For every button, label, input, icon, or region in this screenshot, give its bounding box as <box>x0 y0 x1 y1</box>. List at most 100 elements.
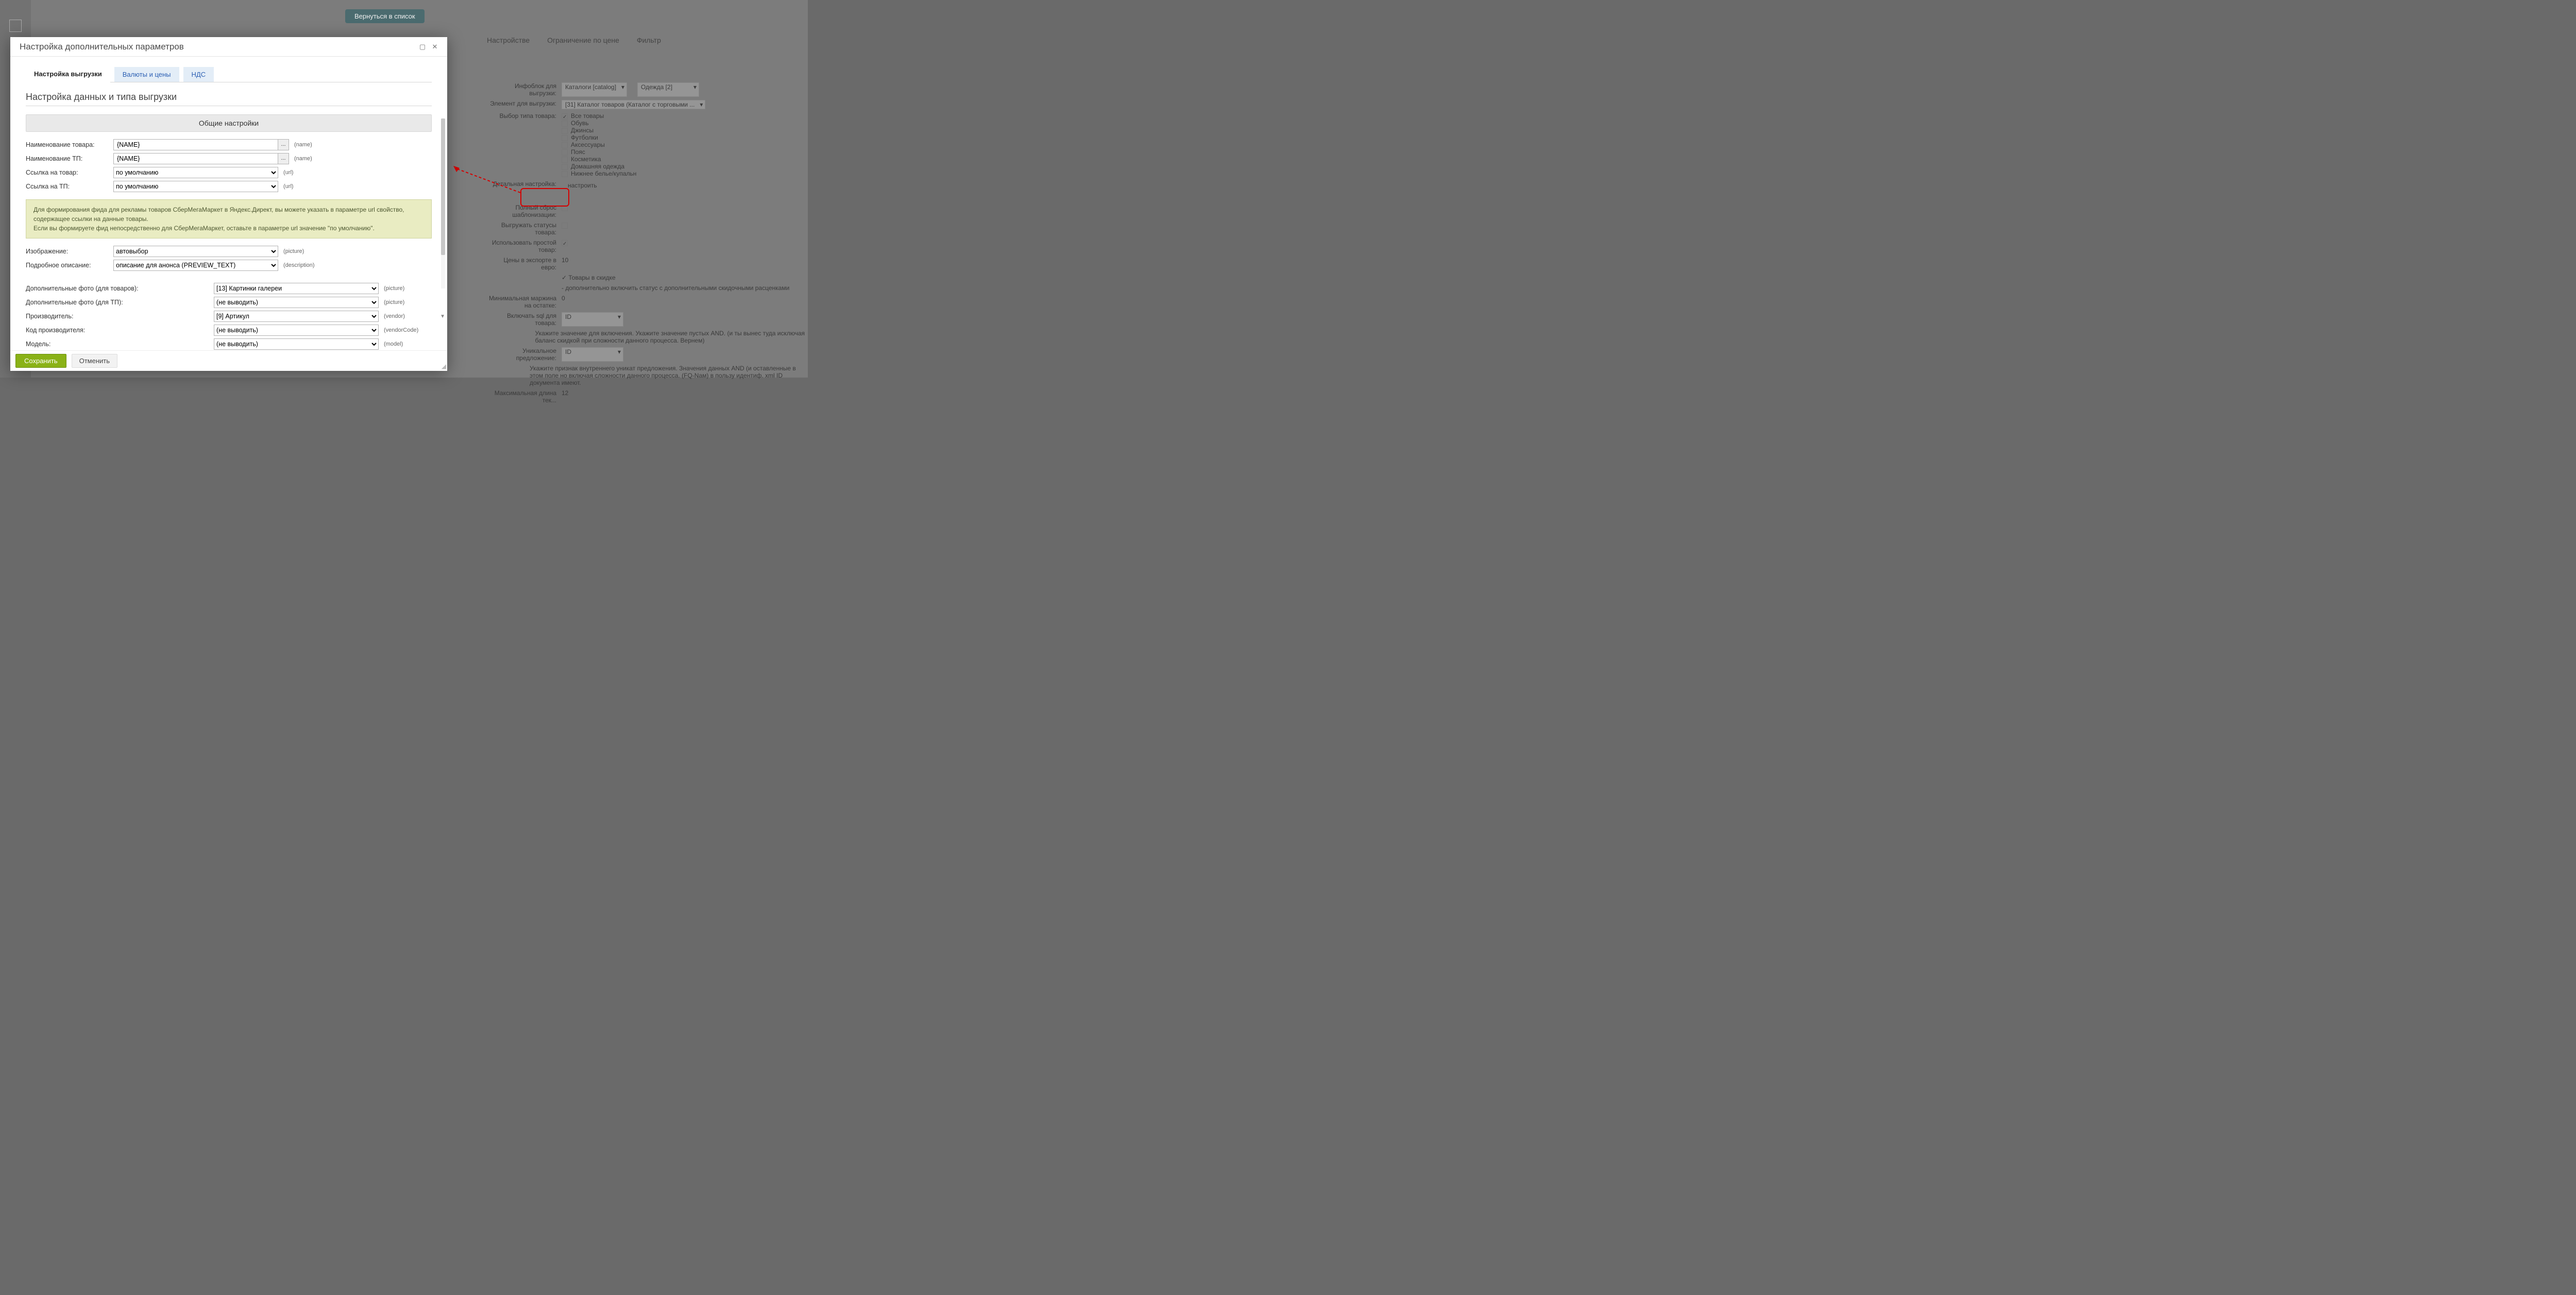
bg-note: - дополнительно включить статус с дополн… <box>562 284 789 292</box>
select-model[interactable]: (не выводить) <box>214 338 379 350</box>
label-additional-photos-tp: Дополнительные фото (для ТП): <box>26 299 214 306</box>
label-offer-url: Ссылка на ТП: <box>26 183 113 190</box>
bg-type-item: Джинсы <box>571 127 594 134</box>
select-vendor-code[interactable]: (не выводить) <box>214 325 379 336</box>
bg-note: ✓ Товары в скидке <box>562 274 616 281</box>
maximize-button[interactable]: ▢ <box>416 41 429 53</box>
field-annotation: (picture) <box>384 285 404 292</box>
checkbox-icon[interactable] <box>562 135 568 141</box>
bg-tab[interactable]: Настройcтве <box>487 36 530 44</box>
label-description: Подробное описание: <box>26 262 113 269</box>
label-offer-name: Наименование ТП: <box>26 155 113 162</box>
info-note: Для формирования фида для рекламы товаро… <box>26 199 432 238</box>
modal-tabs: Настройка выгрузки Валюты и цены НДС <box>26 66 432 82</box>
label-model: Модель: <box>26 340 214 348</box>
checkbox-icon[interactable] <box>562 113 568 120</box>
select-additional-photos-tp[interactable]: (не выводить) <box>214 297 379 308</box>
bg-label: Выбор типа товара: <box>487 112 562 120</box>
tab-export-settings[interactable]: Настройка выгрузки <box>26 66 110 82</box>
bg-label: Цены в экспорте в евро: <box>487 257 562 271</box>
bg-tabs: Настройcтве Ограничение по цене Фильтр <box>487 36 676 44</box>
note-line: Для формирования фида для рекламы товаро… <box>33 205 424 224</box>
bg-select[interactable]: Одежда [2] <box>637 82 699 97</box>
checkbox-icon[interactable] <box>562 171 568 177</box>
settings-modal: Настройка дополнительных параметров ▢ ✕ … <box>10 37 447 371</box>
section-title: Настройка данных и типа выгрузки <box>26 92 432 103</box>
browse-button[interactable]: ... <box>278 139 289 150</box>
bg-select[interactable]: ID <box>562 312 623 327</box>
input-offer-name[interactable] <box>113 153 278 164</box>
checkbox-icon[interactable] <box>562 240 568 246</box>
select-offer-url[interactable]: по умолчанию <box>113 181 278 192</box>
select-vendor[interactable]: [9] Артикул <box>214 311 379 322</box>
bg-note: Укажите признак внутреннего уникат предл… <box>530 365 808 386</box>
bg-type-item: Все товары <box>571 112 604 120</box>
field-annotation: (picture) <box>384 299 404 305</box>
bg-value: 12 <box>562 389 568 404</box>
label-vendor: Производитель: <box>26 313 214 320</box>
bg-label: Минимальная маржина на остатке: <box>487 295 562 309</box>
checkbox-icon[interactable] <box>562 149 568 156</box>
panel-header: Общие настройки <box>26 114 432 132</box>
checkbox-icon[interactable] <box>562 164 568 170</box>
bg-type-item: Футболки <box>571 134 598 141</box>
bg-type-list: Все товары Обувь Джинсы Футболки Аксессу… <box>562 112 636 177</box>
checkbox-icon[interactable] <box>562 223 568 229</box>
bg-select[interactable]: Каталоги [catalog] <box>562 82 627 97</box>
field-annotation: (name) <box>294 156 312 162</box>
select-description[interactable]: описание для анонса (PREVIEW_TEXT) <box>113 260 278 271</box>
field-annotation: (vendorCode) <box>384 327 418 333</box>
label-product-name: Наименование товара: <box>26 141 113 148</box>
resize-handle-icon[interactable]: ◢ <box>442 363 446 370</box>
bg-type-item: Домашняя одежда <box>571 163 624 170</box>
save-button[interactable]: Сохранить <box>15 354 66 368</box>
bg-select[interactable]: [31] Каталог товаров (Каталог с торговым… <box>562 100 705 109</box>
input-product-name[interactable] <box>113 139 278 150</box>
tab-currency-prices[interactable]: Валюты и цены <box>114 67 179 82</box>
field-annotation: (description) <box>283 262 315 268</box>
bg-type-item: Аксессуары <box>571 141 605 148</box>
field-annotation: (picture) <box>283 248 304 254</box>
scroll-down-icon[interactable]: ▼ <box>440 314 445 319</box>
checkbox-icon[interactable] <box>562 121 568 127</box>
bg-label: Выгружать статусы товара: <box>487 221 562 236</box>
bg-label: Включать sql для товара: <box>487 312 562 327</box>
close-button[interactable]: ✕ <box>429 41 441 53</box>
modal-titlebar: Настройка дополнительных параметров ▢ ✕ <box>10 37 447 57</box>
back-to-list-button[interactable]: Вернуться в список <box>345 9 425 23</box>
modal-title: Настройка дополнительных параметров <box>20 42 416 52</box>
label-additional-photos: Дополнительные фото (для товаров): <box>26 285 214 292</box>
annotation-box <box>520 188 569 207</box>
field-annotation: (name) <box>294 142 312 148</box>
checkbox-icon[interactable] <box>562 157 568 163</box>
bg-tab[interactable]: Фильтр <box>637 36 661 44</box>
modal-footer: Сохранить Отменить <box>10 350 447 371</box>
note-line: Если вы формируете фид непосредственно д… <box>33 224 424 233</box>
bg-label: Уникальное предложение: <box>487 347 562 362</box>
scrollbar-thumb[interactable] <box>441 118 445 255</box>
bg-type-item: Косметика <box>571 156 601 163</box>
field-annotation: (vendor) <box>384 313 405 319</box>
select-image[interactable]: автовыбор <box>113 246 278 257</box>
bg-type-item: Пояс <box>571 148 585 156</box>
checkbox-icon[interactable] <box>562 128 568 134</box>
bg-label: Инфоблок для выгрузки: <box>487 82 562 97</box>
field-annotation: (model) <box>384 341 403 347</box>
sidebar-icon <box>9 20 22 32</box>
bg-tab[interactable]: Ограничение по цене <box>547 36 619 44</box>
bg-label: Максимальная длина тек... <box>487 389 562 404</box>
bg-value: 10 <box>562 257 568 271</box>
tab-vat[interactable]: НДС <box>183 67 214 82</box>
select-product-url[interactable]: по умолчанию <box>113 167 278 178</box>
select-additional-photos[interactable]: [13] Картинки галереи <box>214 283 379 294</box>
label-vendor-code: Код производителя: <box>26 327 214 334</box>
cancel-button[interactable]: Отменить <box>72 354 117 368</box>
bg-value: 0 <box>562 295 565 309</box>
checkbox-icon[interactable] <box>562 142 568 148</box>
label-product-url: Ссылка на товар: <box>26 169 113 176</box>
bg-type-item: Нижнее белье/купальн <box>571 170 636 177</box>
field-annotation: (url) <box>283 183 294 190</box>
bg-label: Использовать простой товар: <box>487 239 562 253</box>
browse-button[interactable]: ... <box>278 153 289 164</box>
bg-select[interactable]: ID <box>562 347 623 362</box>
